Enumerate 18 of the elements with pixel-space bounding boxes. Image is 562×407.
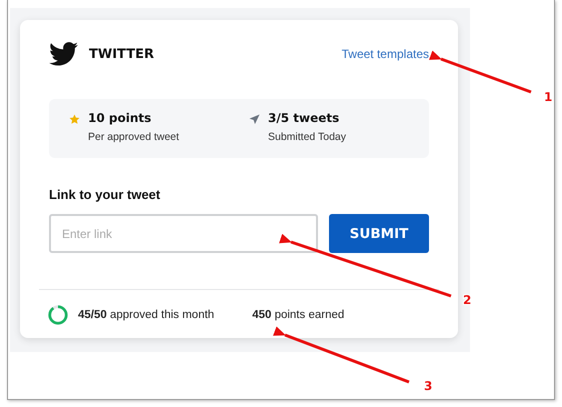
link-input-field[interactable]: Enter link (49, 214, 318, 253)
tweet-templates-link[interactable]: Tweet templates (342, 47, 429, 61)
stat-value: 3/5 tweets (268, 111, 340, 125)
card-title: TWITTER (89, 46, 154, 62)
star-icon (69, 114, 80, 125)
bird-icon (49, 42, 78, 66)
progress-ring (47, 304, 69, 326)
approved-count-text: 45/50 approved this month (78, 309, 214, 321)
stat-caption: Per approved tweet (88, 131, 180, 143)
annotation-number: 2 (463, 293, 472, 307)
field-label: Link to your tweet (49, 187, 162, 202)
send-icon (249, 114, 260, 125)
submit-button[interactable]: SUBMIT (329, 214, 429, 253)
stat-caption: Submitted Today (268, 131, 346, 143)
stat-value: 10 points (88, 111, 152, 125)
annotation-number: 1 (544, 90, 552, 104)
annotation-number: 3 (424, 379, 432, 393)
points-earned-text: 450 points earned (252, 309, 344, 321)
